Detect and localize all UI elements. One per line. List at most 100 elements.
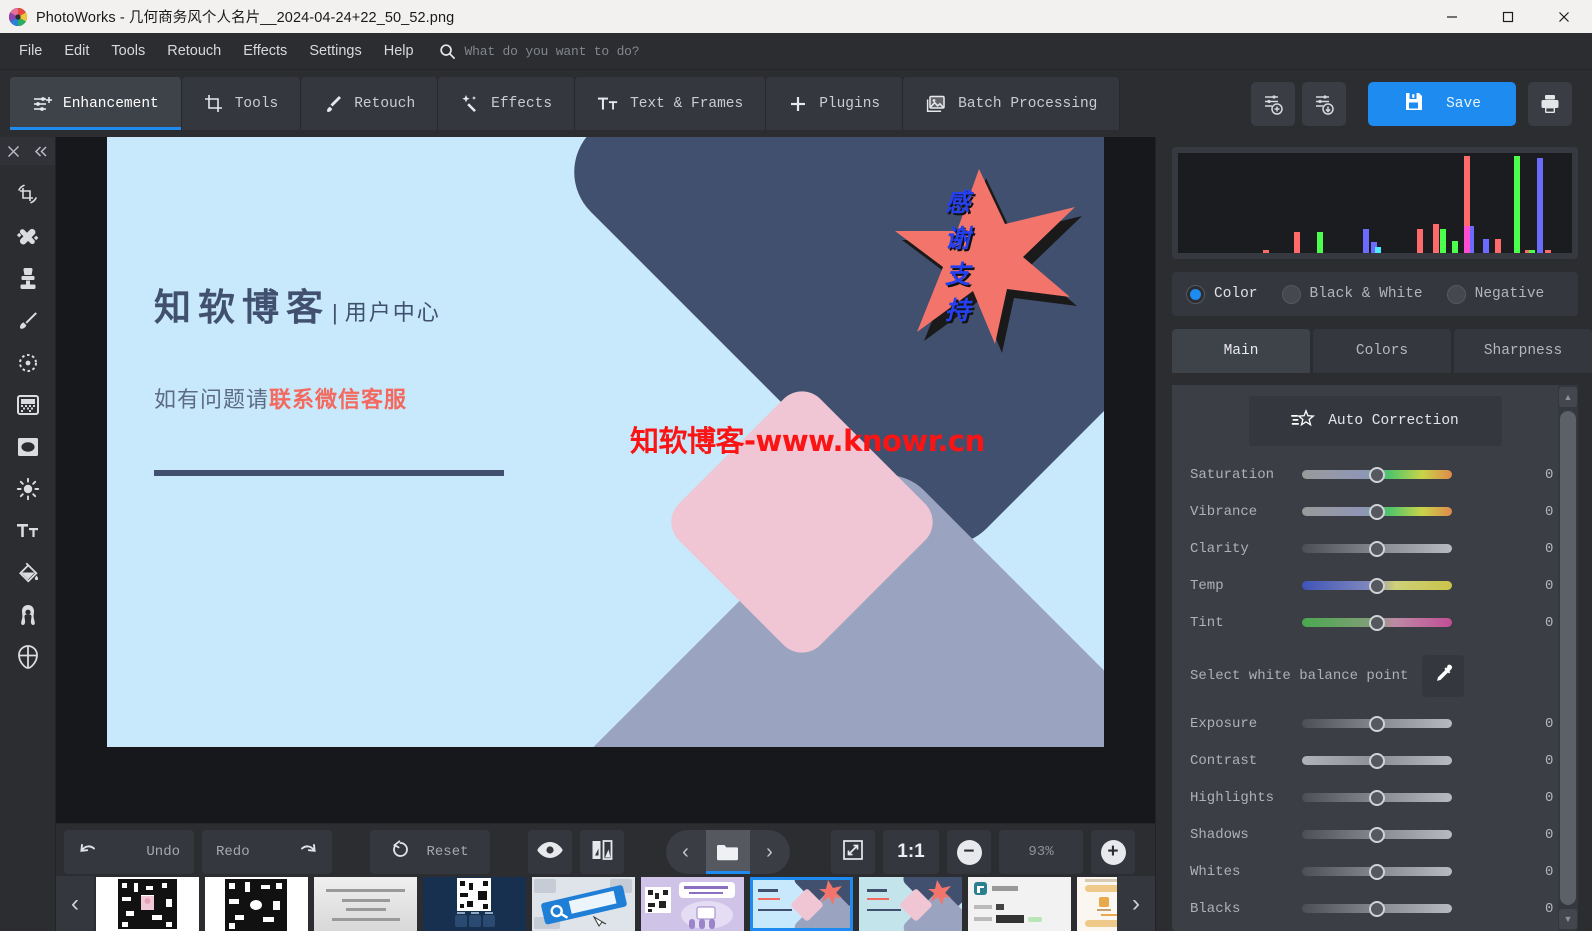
slider-whites[interactable]: Whites 0 <box>1172 853 1578 890</box>
slider-knob[interactable] <box>1369 789 1385 806</box>
minimize-button[interactable] <box>1424 0 1480 33</box>
add-preset-button[interactable] <box>1251 82 1295 126</box>
save-preset-button[interactable] <box>1302 82 1346 126</box>
menu-tools[interactable]: Tools <box>100 38 156 64</box>
slider-tint[interactable]: Tint 0 <box>1172 604 1578 641</box>
list-item[interactable] <box>641 877 744 931</box>
tab-enhancement[interactable]: Enhancement <box>10 77 182 130</box>
slider-knob[interactable] <box>1369 577 1385 594</box>
mode-black-and-white[interactable]: Black & White <box>1281 284 1423 304</box>
list-item[interactable] <box>96 877 199 931</box>
slider-track[interactable] <box>1302 752 1452 769</box>
print-button[interactable] <box>1528 82 1572 126</box>
slider-knob[interactable] <box>1369 503 1385 520</box>
slider-track[interactable] <box>1302 826 1452 843</box>
menu-effects[interactable]: Effects <box>232 38 298 64</box>
portrait-tool[interactable] <box>7 597 49 632</box>
prev-image-button[interactable]: ‹ <box>666 830 706 874</box>
paint-bucket-tool[interactable] <box>7 555 49 590</box>
save-button[interactable]: Save <box>1368 82 1516 126</box>
slider-exposure[interactable]: Exposure 0 <box>1172 705 1578 742</box>
slider-knob[interactable] <box>1369 863 1385 880</box>
slider-highlights[interactable]: Highlights 0 <box>1172 779 1578 816</box>
zoom-in-button[interactable]: + <box>1091 830 1135 874</box>
auto-correction-button[interactable]: Auto Correction <box>1248 396 1502 446</box>
tab-retouch[interactable]: Retouch <box>301 77 439 130</box>
slider-blacks[interactable]: Blacks 0 <box>1172 890 1578 927</box>
redo-button[interactable]: Redo <box>202 830 332 874</box>
maximize-button[interactable] <box>1480 0 1536 33</box>
menu-help[interactable]: Help <box>373 38 425 64</box>
slider-knob[interactable] <box>1369 826 1385 843</box>
list-item[interactable] <box>314 877 417 931</box>
slider-track[interactable] <box>1302 715 1452 732</box>
slider-vibrance[interactable]: Vibrance 0 <box>1172 493 1578 530</box>
slider-shadows[interactable]: Shadows 0 <box>1172 816 1578 853</box>
tab-plugins[interactable]: Plugins <box>766 77 904 130</box>
subtab-main[interactable]: Main <box>1172 329 1310 373</box>
adjustment-brush-tool[interactable] <box>7 303 49 338</box>
menu-search[interactable]: What do you want to do? <box>439 43 640 60</box>
slider-track[interactable] <box>1302 466 1452 483</box>
slider-contrast[interactable]: Contrast 0 <box>1172 742 1578 779</box>
slider-knob[interactable] <box>1369 715 1385 732</box>
clone-stamp-tool[interactable] <box>7 261 49 296</box>
filmstrip-next-button[interactable]: › <box>1117 876 1155 931</box>
menu-retouch[interactable]: Retouch <box>156 38 232 64</box>
slider-knob[interactable] <box>1369 466 1385 483</box>
slider-knob[interactable] <box>1369 900 1385 917</box>
before-after-button[interactable] <box>580 830 624 874</box>
menu-settings[interactable]: Settings <box>298 38 372 64</box>
text-tool[interactable] <box>7 513 49 548</box>
open-folder-button[interactable] <box>705 830 750 874</box>
panel-scrollbar[interactable]: ▲ ▼ <box>1558 385 1578 931</box>
tab-text-and-frames[interactable]: Text & Frames <box>575 77 767 130</box>
list-item[interactable] <box>859 877 962 931</box>
brightness-tool[interactable] <box>7 471 49 506</box>
tab-effects[interactable]: Effects <box>438 77 576 130</box>
healing-brush-tool[interactable] <box>7 219 49 254</box>
slider-track[interactable] <box>1302 614 1452 631</box>
reset-button[interactable]: Reset <box>370 830 490 874</box>
list-item[interactable]: →→ <box>1077 877 1117 931</box>
slider-knob[interactable] <box>1369 752 1385 769</box>
slider-track[interactable] <box>1302 900 1452 917</box>
zoom-level-display[interactable]: 93% <box>999 830 1083 874</box>
double-chevron-left-icon[interactable] <box>28 137 56 165</box>
zoom-out-button[interactable]: − <box>947 830 991 874</box>
slider-knob[interactable] <box>1369 614 1385 631</box>
next-image-button[interactable]: › <box>750 830 790 874</box>
menu-edit[interactable]: Edit <box>53 38 100 64</box>
image-canvas[interactable]: 感谢支持 知软博客 | 用户中心 如有问题请联系微信客服 知软博客-www.kn… <box>56 137 1155 823</box>
list-item[interactable] <box>968 877 1071 931</box>
slider-track[interactable] <box>1302 863 1452 880</box>
actual-size-button[interactable]: 1:1 <box>883 830 939 874</box>
list-item[interactable] <box>205 877 308 931</box>
list-item[interactable] <box>532 877 635 931</box>
fit-to-screen-button[interactable] <box>831 830 875 874</box>
menu-file[interactable]: File <box>8 38 53 64</box>
subtab-colors[interactable]: Colors <box>1313 329 1451 373</box>
undo-button[interactable]: Undo <box>64 830 194 874</box>
scroll-down-icon[interactable]: ▼ <box>1559 909 1577 929</box>
slider-track[interactable] <box>1302 789 1452 806</box>
scrollbar-thumb[interactable] <box>1560 411 1576 905</box>
radial-filter-tool[interactable] <box>7 345 49 380</box>
vignette-tool[interactable] <box>7 429 49 464</box>
slider-track[interactable] <box>1302 503 1452 520</box>
filmstrip-prev-button[interactable]: ‹ <box>56 876 94 931</box>
scroll-up-icon[interactable]: ▲ <box>1559 387 1577 407</box>
preview-toggle-button[interactable] <box>528 830 572 874</box>
mode-negative[interactable]: Negative <box>1446 284 1544 304</box>
slider-clarity[interactable]: Clarity 0 <box>1172 530 1578 567</box>
slider-track[interactable] <box>1302 540 1452 557</box>
subtab-sharpness[interactable]: Sharpness <box>1454 329 1592 373</box>
list-item[interactable] <box>750 877 853 931</box>
slider-saturation[interactable]: Saturation 0 <box>1172 456 1578 493</box>
filmstrip-track[interactable]: →→ <box>94 876 1117 931</box>
white-balance-picker-button[interactable] <box>1422 655 1465 697</box>
graduated-filter-tool[interactable] <box>7 387 49 422</box>
close-icon[interactable] <box>0 137 28 165</box>
sphere-tool[interactable] <box>7 639 49 674</box>
slider-track[interactable] <box>1302 577 1452 594</box>
